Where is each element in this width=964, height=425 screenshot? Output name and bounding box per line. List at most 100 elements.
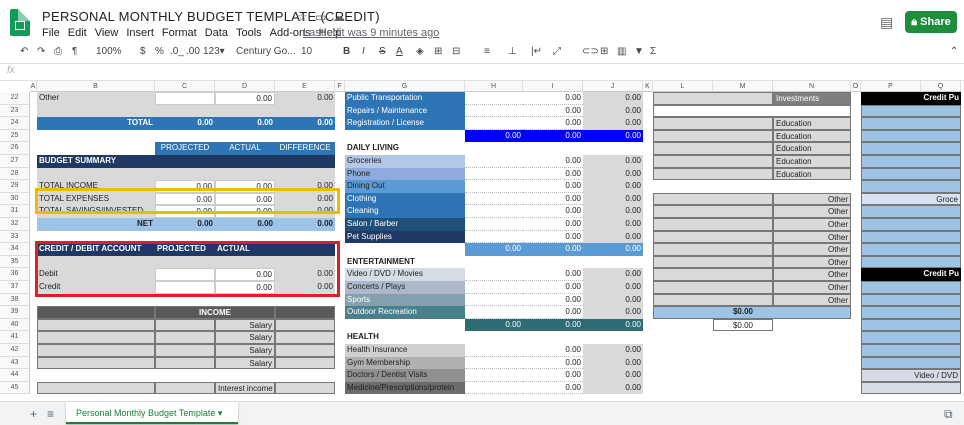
cell[interactable] xyxy=(861,356,961,370)
cell[interactable] xyxy=(653,205,773,218)
all-sheets-icon[interactable]: ≡ xyxy=(47,407,54,421)
row-header[interactable]: 27 xyxy=(0,155,30,168)
expense-projected[interactable]: 0.00 xyxy=(523,382,583,395)
cell[interactable] xyxy=(465,369,523,382)
expense-label[interactable]: Repairs / Maintenance xyxy=(345,104,465,118)
currency-button[interactable]: $ xyxy=(140,46,146,57)
cell[interactable] xyxy=(465,294,523,307)
menu-data[interactable]: Data xyxy=(205,27,228,39)
cell[interactable] xyxy=(465,268,523,281)
borders-icon[interactable]: ⊞ xyxy=(434,46,442,57)
expense-projected[interactable]: 0.00 xyxy=(523,168,583,181)
sheets-logo[interactable] xyxy=(10,9,30,36)
comment-icon[interactable]: ▤ xyxy=(880,14,893,31)
expense-projected[interactable]: 0.00 xyxy=(523,92,583,105)
expense-label[interactable]: Groceries xyxy=(345,155,465,168)
column-header[interactable]: Q xyxy=(921,81,961,92)
row-header[interactable]: 34 xyxy=(0,243,30,256)
expense-projected[interactable]: 0.00 xyxy=(523,369,583,382)
collapse-icon[interactable]: ⌃ xyxy=(950,46,958,57)
total-value[interactable]: $0.00 xyxy=(713,318,773,332)
cell[interactable] xyxy=(653,167,773,181)
row-header[interactable]: 25 xyxy=(0,129,30,143)
expense-label[interactable]: Phone xyxy=(345,167,465,181)
cell-value[interactable]: 0.00 xyxy=(275,218,335,231)
row-header[interactable]: 26 xyxy=(0,142,30,155)
row-header[interactable]: 42 xyxy=(0,344,30,357)
cell[interactable] xyxy=(465,193,523,206)
column-header[interactable]: J xyxy=(583,81,643,92)
expense-actual[interactable]: 0.00 xyxy=(583,104,643,118)
menu-view[interactable]: View xyxy=(95,27,119,39)
cloud-icon[interactable]: ☁ xyxy=(333,10,345,24)
cell[interactable] xyxy=(155,344,215,357)
column-header[interactable]: H xyxy=(465,81,523,92)
income-header[interactable]: INCOME xyxy=(155,306,275,319)
cell[interactable] xyxy=(861,142,961,155)
expense-projected[interactable]: 0.00 xyxy=(523,180,583,193)
cell[interactable] xyxy=(861,167,961,181)
education-label[interactable]: Education xyxy=(773,117,851,130)
row-header[interactable]: 36 xyxy=(0,268,30,281)
italic-button[interactable]: I xyxy=(362,46,365,57)
cell[interactable] xyxy=(653,243,773,256)
salary-label[interactable]: Salary xyxy=(215,331,275,344)
cell[interactable] xyxy=(653,268,773,281)
menu-edit[interactable]: Edit xyxy=(68,27,87,39)
header-difference[interactable]: DIFFERENCE xyxy=(275,142,335,155)
expense-actual[interactable]: 0.00 xyxy=(583,356,643,370)
column-header[interactable]: C xyxy=(155,81,215,92)
cell-value[interactable]: 0.00 xyxy=(155,117,215,130)
expense-actual[interactable]: 0.00 xyxy=(583,180,643,193)
expense-projected[interactable]: 0.00 xyxy=(523,155,583,168)
share-button[interactable]: 🔒︎ Share xyxy=(905,11,957,33)
salary-label[interactable]: Salary xyxy=(215,318,275,332)
row-header[interactable]: 24 xyxy=(0,117,30,130)
cell[interactable] xyxy=(861,180,961,193)
cell[interactable] xyxy=(861,218,961,231)
fill-color-icon[interactable]: ◈ xyxy=(416,46,424,57)
rotate-icon[interactable]: ⤢ xyxy=(553,46,561,57)
font-size-select[interactable]: 10 xyxy=(301,46,312,57)
cell[interactable] xyxy=(861,243,961,256)
groceries-header[interactable]: Groce xyxy=(861,192,961,206)
expense-label[interactable]: Doctors / Dentist Visits xyxy=(345,369,465,382)
zoom-select[interactable]: 100% xyxy=(96,46,122,57)
header-projected[interactable]: PROJECTED xyxy=(155,142,215,155)
education-label[interactable]: Education xyxy=(773,142,851,155)
expense-label[interactable]: Dining Out xyxy=(345,180,465,193)
column-header[interactable]: N xyxy=(773,81,851,92)
other-label[interactable]: Other xyxy=(773,243,851,256)
row-header[interactable]: 32 xyxy=(0,218,30,231)
education-label[interactable]: Education xyxy=(773,155,851,168)
cell-value[interactable]: 0.00 xyxy=(215,218,275,231)
column-header[interactable]: L xyxy=(653,81,713,92)
expense-label[interactable]: Clothing xyxy=(345,192,465,206)
expense-projected[interactable]: 0.00 xyxy=(523,306,583,319)
cell[interactable] xyxy=(861,281,961,294)
redo-icon[interactable]: ↷ xyxy=(37,46,45,57)
credit-purchases-header[interactable]: Credit Pu xyxy=(861,268,961,281)
cell[interactable] xyxy=(861,318,961,332)
cell[interactable] xyxy=(465,168,523,181)
cell[interactable] xyxy=(465,306,523,319)
column-header[interactable]: P xyxy=(861,81,921,92)
star-icon[interactable]: ☆ xyxy=(297,10,308,24)
cell[interactable] xyxy=(861,331,961,344)
budget-summary-title[interactable]: BUDGET SUMMARY xyxy=(37,155,335,168)
cell[interactable] xyxy=(37,306,155,319)
folder-icon[interactable]: ▭ xyxy=(315,10,326,24)
cell[interactable] xyxy=(465,281,523,294)
expense-label[interactable]: Health Insurance xyxy=(345,344,465,357)
cell[interactable] xyxy=(653,104,851,118)
cell[interactable] xyxy=(465,382,523,395)
net-label[interactable]: NET xyxy=(37,218,155,231)
expense-label[interactable]: Outdoor Recreation xyxy=(345,306,465,319)
cell[interactable] xyxy=(37,331,155,344)
cell[interactable] xyxy=(861,306,961,319)
cell[interactable] xyxy=(861,255,961,269)
document-title[interactable]: PERSONAL MONTHLY BUDGET TEMPLATE (CREDIT… xyxy=(42,9,380,24)
expense-projected[interactable]: 0.00 xyxy=(523,344,583,357)
cell[interactable] xyxy=(653,117,773,130)
cell[interactable] xyxy=(275,381,335,395)
